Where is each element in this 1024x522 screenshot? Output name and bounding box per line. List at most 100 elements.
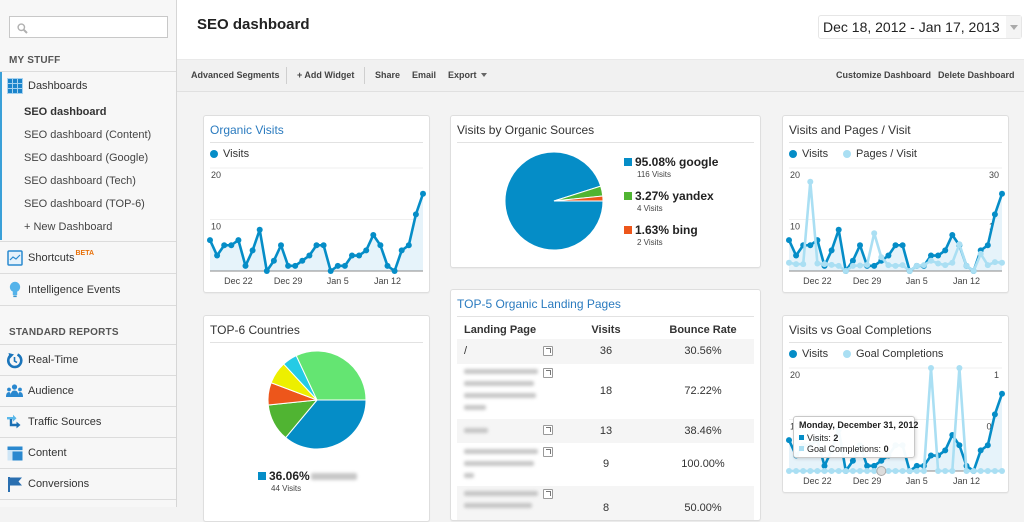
data-point-visits[interactable] [786,237,792,244]
dashboard-link-seo-content[interactable]: SEO dashboard (Content) [24,124,151,146]
data-point-visits[interactable] [263,268,270,274]
external-link-icon[interactable] [543,346,553,356]
data-point-visits[interactable] [214,252,221,259]
data-point-goal-completions[interactable] [857,468,863,474]
data-point-goal-completions[interactable] [991,468,998,474]
data-point-pages-visit[interactable] [913,262,920,269]
data-point-goal-completions[interactable] [807,468,814,474]
data-point-pages-visit[interactable] [786,259,792,266]
data-point-visits[interactable] [999,190,1005,197]
data-point-visits[interactable] [349,252,355,259]
landing-page-path-redacted[interactable]: [redacted] [464,369,540,422]
data-point-visits[interactable] [256,226,263,233]
data-point-visits[interactable] [821,462,828,469]
data-point-visits[interactable] [292,262,299,269]
sidebar-item-audience[interactable]: Audience [0,376,176,406]
data-point-pages-visit[interactable] [842,268,849,274]
data-point-visits[interactable] [864,462,871,469]
data-point-pages-visit[interactable] [885,262,892,269]
data-point-visits[interactable] [786,437,792,444]
sidebar-item-intelligence-events[interactable]: Intelligence Events [0,274,176,305]
dashboard-link-seo-google[interactable]: SEO dashboard (Google) [24,147,148,169]
data-point-visits[interactable] [391,268,398,274]
data-point-visits[interactable] [999,390,1005,397]
data-point-visits[interactable] [356,252,363,259]
data-point-visits[interactable] [228,242,235,249]
data-point-visits[interactable] [334,262,341,269]
data-point-pages-visit[interactable] [828,261,835,268]
data-point-pages-visit[interactable] [793,261,800,268]
share-button[interactable]: Share [375,70,400,81]
date-range-dropdown-button[interactable] [1006,16,1021,38]
sidebar-item-conversions[interactable]: Conversions [0,469,176,499]
data-point-visits[interactable] [299,257,306,264]
data-point-pages-visit[interactable] [871,230,878,237]
data-point-visits[interactable] [878,457,885,464]
data-point-goal-completions[interactable] [984,468,991,474]
data-point-visits[interactable] [249,247,256,254]
data-point-visits[interactable] [892,242,899,249]
advanced-segments-button[interactable]: Advanced Segments [191,70,280,81]
data-point-goal-completions[interactable] [977,468,984,474]
data-point-pages-visit[interactable] [878,254,885,261]
data-point-visits[interactable] [977,447,984,454]
data-point-goal-completions[interactable] [835,468,842,474]
new-dashboard-link[interactable]: + New Dashboard [24,216,112,238]
data-point-visits[interactable] [285,262,292,269]
data-point-goal-completions[interactable] [970,468,977,474]
data-point-goal-completions[interactable] [828,468,835,474]
data-point-visits[interactable] [320,242,327,249]
landing-page-path-redacted[interactable]: [redacted] [464,491,540,520]
sidebar-item-content[interactable]: Content [0,438,176,468]
data-point-goal-completions[interactable] [935,468,942,474]
data-point-visits[interactable] [984,242,991,249]
add-widget-button[interactable]: + Add Widget [297,70,354,81]
data-point-pages-visit[interactable] [814,260,821,267]
data-point-pages-visit[interactable] [999,259,1005,266]
search-box[interactable] [9,16,168,38]
data-point-visits[interactable] [942,447,949,454]
data-point-pages-visit[interactable] [835,262,842,269]
email-button[interactable]: Email [412,70,436,81]
data-point-visits[interactable] [370,231,377,238]
data-point-pages-visit[interactable] [935,260,942,267]
data-point-goal-completions[interactable] [899,468,906,474]
data-point-visits[interactable] [235,237,242,244]
data-point-pages-visit[interactable] [920,262,927,269]
data-point-visits[interactable] [306,252,313,259]
data-point-goal-completions[interactable] [920,468,927,474]
data-point-pages-visit[interactable] [821,261,828,268]
data-point-pages-visit[interactable] [977,250,984,257]
data-point-visits[interactable] [928,452,934,459]
data-point-pages-visit[interactable] [991,259,998,266]
data-point-visits[interactable] [420,190,426,197]
data-point-pages-visit[interactable] [864,261,871,268]
data-point-visits[interactable] [384,262,391,269]
data-point-visits[interactable] [221,242,228,249]
data-point-goal-completions[interactable] [928,365,934,371]
data-point-visits[interactable] [849,457,856,464]
data-point-pages-visit[interactable] [807,178,814,185]
data-point-visits[interactable] [405,242,412,249]
data-point-visits[interactable] [412,211,419,218]
data-point-visits[interactable] [835,226,842,233]
data-point-pages-visit[interactable] [956,241,963,248]
data-point-visits[interactable] [807,242,814,249]
data-point-goal-completions[interactable] [871,468,878,474]
data-point-goal-completions[interactable] [942,468,949,474]
data-point-goal-completions[interactable] [949,468,956,474]
data-point-goal-completions[interactable] [814,468,821,474]
export-menu-button[interactable]: Export [448,70,487,81]
data-point-visits[interactable] [327,268,334,274]
sidebar-item-dashboards[interactable]: Dashboards [0,72,176,100]
dashboard-link-seo-top6[interactable]: SEO dashboard (TOP-6) [24,193,145,215]
landing-page-path-redacted[interactable]: [redacted] [464,449,540,490]
data-point-pages-visit[interactable] [963,262,970,269]
data-point-pages-visit[interactable] [970,268,977,274]
data-point-pages-visit[interactable] [949,259,956,266]
data-point-goal-completions[interactable] [849,468,856,474]
data-point-pages-visit[interactable] [892,262,899,269]
data-point-visits[interactable] [991,411,998,418]
data-point-visits[interactable] [885,252,892,259]
external-link-icon[interactable] [543,489,553,499]
